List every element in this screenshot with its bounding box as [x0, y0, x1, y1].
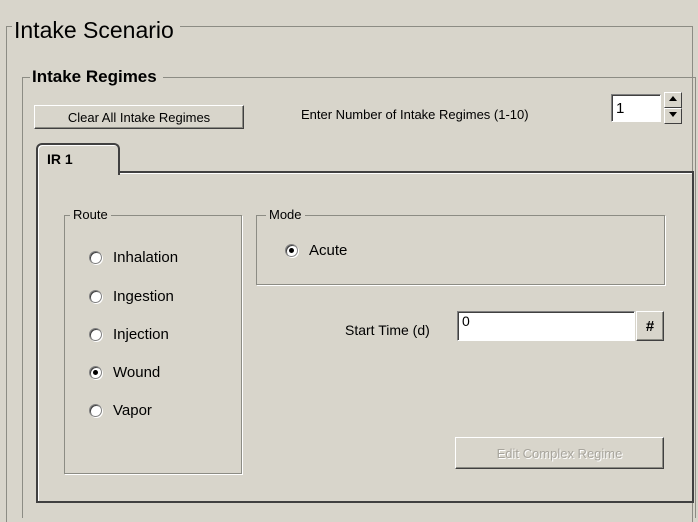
spin-down-button[interactable]	[664, 108, 682, 124]
route-option-inhalation[interactable]: Inhalation	[89, 247, 178, 267]
route-option-ingestion[interactable]: Ingestion	[89, 286, 174, 306]
radio-button[interactable]	[89, 403, 102, 417]
start-time-label: Start Time (d)	[345, 322, 430, 338]
radio-label: Ingestion	[113, 287, 174, 305]
regime-count-input[interactable]	[611, 94, 661, 122]
route-title: Route	[70, 207, 111, 223]
radio-label: Acute	[309, 241, 348, 259]
spin-up-button[interactable]	[664, 92, 682, 108]
intake-scenario-title: Intake Scenario	[12, 17, 180, 43]
radio-button[interactable]	[89, 250, 102, 264]
route-option-wound[interactable]: Wound	[89, 362, 160, 382]
mode-option-acute[interactable]: Acute	[285, 240, 347, 260]
radio-button[interactable]	[89, 327, 102, 341]
tab-label: IR 1	[47, 151, 73, 167]
radio-button[interactable]	[285, 243, 298, 257]
down-arrow-icon	[669, 112, 677, 117]
radio-label: Wound	[113, 363, 161, 381]
clear-all-regimes-button[interactable]: Clear All Intake Regimes	[34, 105, 244, 129]
radio-label: Injection	[113, 325, 169, 343]
route-option-vapor[interactable]: Vapor	[89, 400, 152, 420]
intake-regimes-title: Intake Regimes	[30, 67, 163, 87]
radio-label: Inhalation	[113, 248, 179, 266]
route-option-injection[interactable]: Injection	[89, 324, 169, 344]
radio-label: Vapor	[113, 401, 152, 419]
mode-title: Mode	[266, 207, 305, 223]
radio-button[interactable]	[89, 289, 102, 303]
up-arrow-icon	[669, 96, 677, 101]
edit-complex-regime-button[interactable]: Edit Complex Regime	[455, 437, 664, 469]
start-time-hash-button[interactable]: #	[636, 311, 664, 341]
radio-button[interactable]	[89, 365, 102, 379]
start-time-input[interactable]	[457, 311, 635, 341]
regime-count-label: Enter Number of Intake Regimes (1-10)	[301, 107, 529, 122]
tab-ir-1[interactable]: IR 1	[36, 143, 120, 175]
